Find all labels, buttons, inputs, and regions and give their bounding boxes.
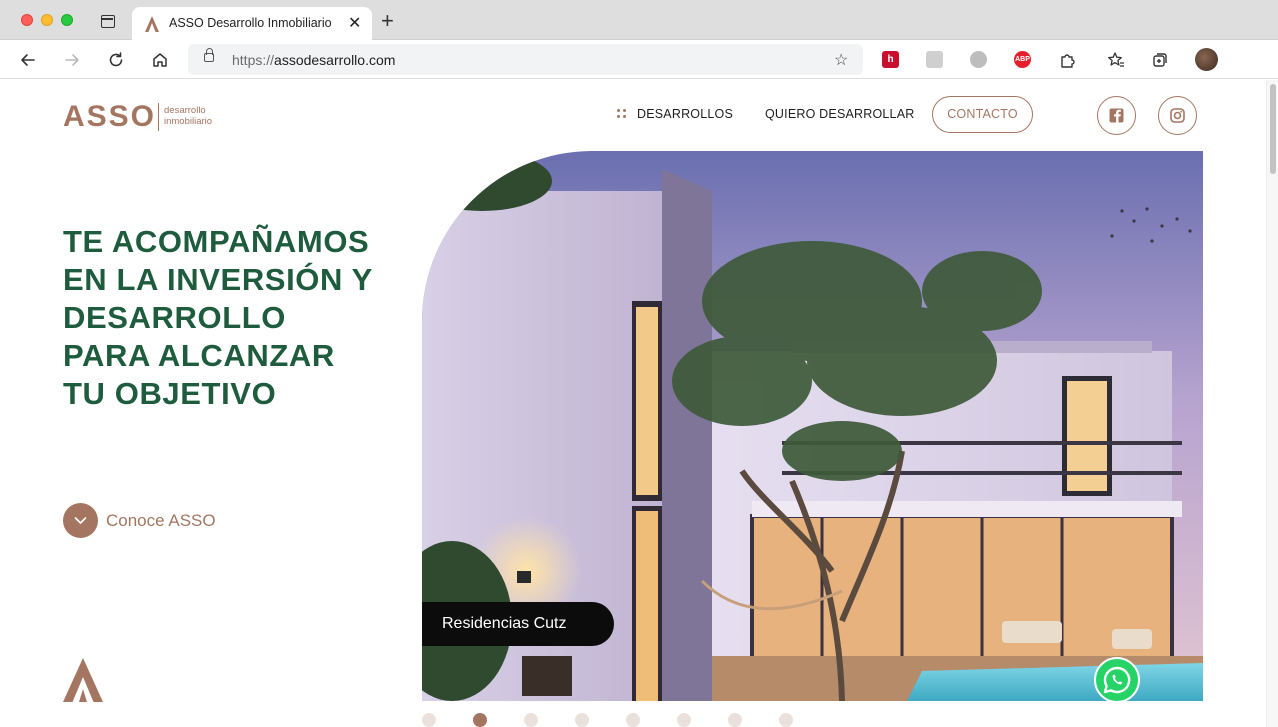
url-text[interactable]: https://assodesarrollo.com (232, 52, 395, 68)
facebook-icon (1109, 108, 1124, 123)
asso-monogram-icon (63, 658, 103, 702)
asso-favicon-icon (145, 16, 159, 32)
hero-caption[interactable]: Residencias Cutz (422, 602, 614, 646)
pager-dot[interactable] (779, 713, 793, 727)
tab-title: ASSO Desarrollo Inmobiliario (169, 16, 332, 30)
scrollbar-thumb[interactable] (1270, 84, 1276, 174)
collections-icon[interactable] (1148, 48, 1172, 72)
headline-line: DESARROLLO (63, 300, 286, 335)
circle-extension-icon[interactable] (970, 51, 987, 68)
instagram-icon (1170, 108, 1185, 123)
instagram-button[interactable] (1158, 96, 1197, 135)
pager-dot[interactable] (575, 713, 589, 727)
headline-line: TU OBJETIVO (63, 376, 277, 411)
website-page: ASSO desarrollo inmobiliario DESARROLLOS … (0, 80, 1266, 727)
contacto-button[interactable]: CONTACTO (932, 96, 1033, 133)
pager-dot[interactable] (422, 713, 436, 727)
adblock-plus-icon[interactable]: ABP (1014, 51, 1031, 68)
maximize-window-button[interactable] (61, 14, 73, 26)
profile-avatar[interactable] (1195, 48, 1218, 71)
grey-extension-icon[interactable] (926, 51, 943, 68)
headline-line: EN LA INVERSIÓN Y (63, 262, 373, 297)
page-scrollbar[interactable] (1266, 80, 1278, 727)
logo-tagline: desarrollo inmobiliario (164, 105, 213, 127)
lock-icon[interactable] (204, 48, 214, 62)
back-icon[interactable] (16, 48, 40, 72)
tab-close-icon[interactable]: ✕ (348, 13, 361, 33)
whatsapp-icon (1103, 666, 1131, 694)
close-window-button[interactable] (21, 14, 33, 26)
pager-dot-active[interactable] (473, 713, 487, 727)
pager-dot[interactable] (677, 713, 691, 727)
extensions-icon[interactable] (1055, 48, 1079, 72)
nav-quiero-desarrollar[interactable]: QUIERO DESARROLLAR (765, 107, 914, 121)
reload-icon[interactable] (104, 48, 128, 72)
logo-divider (158, 103, 159, 131)
h-extension-icon[interactable]: h (882, 51, 899, 68)
tab-actions-icon[interactable] (101, 15, 115, 28)
chevron-down-icon[interactable] (63, 503, 98, 538)
forward-icon[interactable] (60, 48, 84, 72)
headline-line: PARA ALCANZAR (63, 338, 335, 373)
favorites-icon[interactable] (1104, 48, 1128, 72)
address-bar[interactable]: https://assodesarrollo.com ☆ (188, 44, 863, 75)
grid-dots-icon (617, 109, 627, 119)
nav-desarrollos[interactable]: DESARROLLOS (637, 107, 733, 121)
pager-dot[interactable] (524, 713, 538, 727)
pager-dot[interactable] (626, 713, 640, 727)
new-tab-icon[interactable]: + (381, 10, 394, 32)
home-icon[interactable] (148, 48, 172, 72)
minimize-window-button[interactable] (41, 14, 53, 26)
logo-wordmark: ASSO (63, 100, 157, 133)
browser-toolbar: https://assodesarrollo.com ☆ h ABP (0, 40, 1278, 79)
conoce-asso-label[interactable]: Conoce ASSO (106, 511, 216, 531)
favorites-add-icon[interactable]: ☆ (834, 50, 848, 70)
whatsapp-button[interactable] (1094, 657, 1140, 703)
headline-line: TE ACOMPAÑAMOS (63, 224, 370, 259)
browser-titlebar: ASSO Desarrollo Inmobiliario ✕ + (0, 0, 1278, 41)
facebook-button[interactable] (1097, 96, 1136, 135)
pager-dot[interactable] (728, 713, 742, 727)
hero-headline: TE ACOMPAÑAMOS EN LA INVERSIÓN Y DESARRO… (63, 223, 403, 413)
browser-tab[interactable]: ASSO Desarrollo Inmobiliario ✕ (132, 7, 372, 41)
